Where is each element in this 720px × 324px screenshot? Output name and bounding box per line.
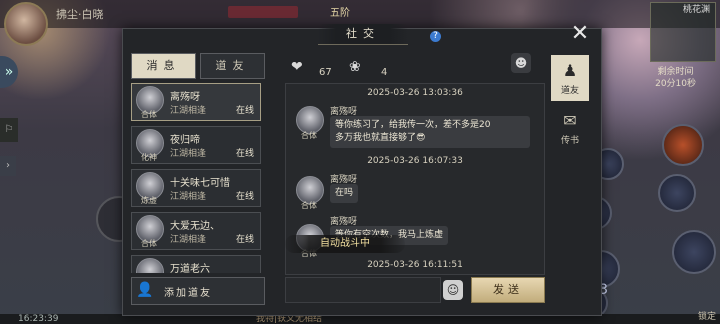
friend-status: 在线 — [235, 235, 254, 245]
tab-messages[interactable]: 消息 — [131, 53, 196, 79]
side-tabs: ♟ 道友 ✉ 传书 — [551, 55, 589, 155]
friend-name: 离殇呀 — [170, 92, 200, 103]
page-title: 社交 — [318, 24, 408, 45]
message-text: 多万我也就直接够了😎 — [335, 133, 426, 143]
friend-realm: 合体 — [141, 110, 157, 119]
message-text: 在吗 — [335, 188, 354, 198]
message-bubble[interactable]: 在吗 — [330, 184, 359, 203]
friend-realm: 炼虚 — [141, 196, 157, 205]
side-tab-label: 传书 — [560, 136, 579, 146]
minimap-title: 桃花渊 — [682, 5, 710, 15]
message-bubble[interactable]: 等你练习了，给我传一次，差不多是20 多万我也就直接够了😎 — [330, 116, 530, 148]
friend-group: 江湖相逢 — [170, 235, 207, 245]
avatar — [136, 258, 164, 273]
side-tab-label: 道友 — [560, 86, 579, 96]
friend-group: 江湖相逢 — [170, 106, 207, 116]
auto-battle-text: 自动战斗中 — [320, 238, 370, 249]
friend-list: 合体 离殇呀 江湖相逢 在线 化神 夜归啼 江湖相逢 在线 炼虚 十关味七可惜 … — [131, 83, 265, 273]
skill-button[interactable] — [662, 124, 704, 166]
player-level: 五阶 — [330, 8, 350, 19]
lock-target-button[interactable]: 锁定 — [698, 309, 716, 322]
message-icon: ✉ — [563, 111, 577, 130]
friend-name: 十关味七可惜 — [170, 178, 230, 189]
heart-icon: ❤ — [291, 59, 303, 75]
add-friend-label: 添加道友 — [164, 288, 212, 299]
friend-item[interactable]: 化神 夜归啼 江湖相逢 在线 — [131, 126, 261, 164]
message-timestamp: 2025-03-26 16:11:51 — [367, 260, 463, 270]
heart-count: 67 — [319, 67, 332, 78]
person-icon: ♟ — [562, 61, 578, 80]
close-button[interactable]: ✕ — [568, 22, 592, 46]
friend-name: 大爱无边、 — [170, 221, 220, 232]
friend-realm: 合体 — [141, 239, 157, 248]
tab-friends[interactable]: 道友 — [200, 53, 265, 79]
friend-item[interactable]: 合体 大爱无边、 江湖相逢 在线 — [131, 212, 261, 250]
flag-icon[interactable]: ⚐ — [0, 118, 18, 142]
clock-time: 16:23:39 — [18, 314, 59, 324]
chat-input[interactable] — [285, 277, 441, 303]
player-avatar[interactable] — [4, 2, 48, 46]
friend-status: 在线 — [235, 106, 254, 116]
side-tab-letters[interactable]: ✉ 传书 — [551, 105, 589, 151]
message-tabs: 消息 道友 — [131, 53, 265, 79]
remaining-time-value: 20分10秒 — [655, 79, 696, 89]
side-tab-friends[interactable]: ♟ 道友 — [551, 55, 589, 101]
auto-battle-indicator: 自动战斗中 — [285, 235, 405, 253]
sender-realm: 合体 — [301, 201, 317, 210]
sender-realm: 合体 — [301, 131, 317, 140]
emoji-icon[interactable]: ☺ — [443, 280, 463, 300]
panel-title-wrap: 社交 — [318, 24, 408, 46]
mask-icon[interactable]: ☻ — [511, 53, 531, 73]
chat-input-row: ☺ 发送 — [285, 277, 545, 303]
message-timestamp: 2025-03-26 13:03:36 — [367, 88, 463, 98]
friend-status: 在线 — [235, 149, 254, 159]
flower-count: 4 — [381, 67, 388, 78]
player-name: 拂尘·白晓 — [56, 8, 104, 21]
friend-name: 万道老六 — [170, 264, 210, 273]
friend-group: 江湖相逢 — [170, 192, 207, 202]
friend-group: 江湖相逢 — [170, 149, 207, 159]
friend-status: 在线 — [235, 192, 254, 202]
remaining-time: 剩余时间 20分10秒 — [655, 66, 696, 90]
friend-item[interactable]: 万道老六 — [131, 255, 261, 273]
help-icon[interactable]: ? — [430, 31, 441, 42]
add-person-icon: 👤 — [136, 282, 154, 298]
flower-icon: ❀ — [349, 59, 361, 75]
friend-name: 夜归啼 — [170, 135, 200, 146]
message-text: 等你练习了，给我传一次，差不多是20 — [335, 120, 491, 130]
left-column: 消息 道友 合体 离殇呀 江湖相逢 在线 化神 夜归啼 江湖相逢 在线 炼虚 十… — [131, 53, 265, 303]
remaining-time-label: 剩余时间 — [657, 67, 694, 77]
social-panel: 消息 道友 合体 离殇呀 江湖相逢 在线 化神 夜归啼 江湖相逢 在线 炼虚 十… — [122, 28, 602, 316]
skill-button[interactable] — [672, 230, 716, 274]
friend-item[interactable]: 炼虚 十关味七可惜 江湖相逢 在线 — [131, 169, 261, 207]
skill-button[interactable] — [658, 174, 696, 212]
chevron-right-icon[interactable]: › — [0, 156, 16, 176]
message-timestamp: 2025-03-26 16:07:33 — [367, 156, 463, 166]
friend-item[interactable]: 合体 离殇呀 江湖相逢 在线 — [131, 83, 261, 121]
friend-realm: 化神 — [141, 153, 157, 162]
health-bar — [228, 6, 298, 18]
send-button[interactable]: 发送 — [471, 277, 545, 303]
add-friend-button[interactable]: 👤 添加道友 — [131, 277, 265, 305]
